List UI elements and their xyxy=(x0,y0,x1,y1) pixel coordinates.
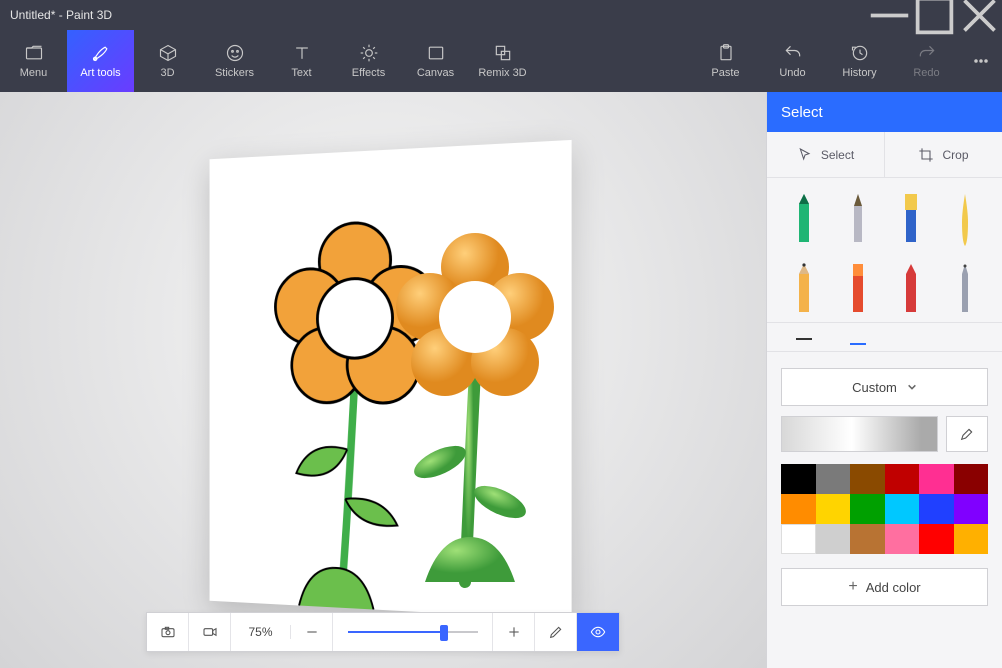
undo-button[interactable]: Undo xyxy=(759,30,826,92)
palette-color[interactable] xyxy=(850,494,885,524)
redo-label: Redo xyxy=(913,67,939,79)
zoom-toolbar: 75% xyxy=(146,612,620,652)
palette-color[interactable] xyxy=(885,464,920,494)
palette-color[interactable] xyxy=(954,524,989,554)
stickers-button[interactable]: Stickers xyxy=(201,30,268,92)
zoom-out-button[interactable] xyxy=(291,613,333,651)
history-label: History xyxy=(842,67,876,79)
cube-icon xyxy=(158,43,178,63)
effects-button[interactable]: Effects xyxy=(335,30,402,92)
thickness-under[interactable] xyxy=(835,329,881,349)
camera-button[interactable] xyxy=(147,613,189,651)
color-palette xyxy=(767,464,1002,554)
redo-icon xyxy=(917,43,937,63)
brush-watercolor[interactable] xyxy=(942,188,988,248)
text-icon xyxy=(292,43,312,63)
menu-label: Menu xyxy=(20,67,48,79)
zoom-label: 75% xyxy=(231,625,291,639)
text-label: Text xyxy=(291,67,311,79)
brush-crayon[interactable] xyxy=(889,256,935,316)
redo-button[interactable]: Redo xyxy=(893,30,960,92)
menu-button[interactable]: Menu xyxy=(0,30,67,92)
thickness-none[interactable] xyxy=(889,329,935,349)
brush-marker[interactable] xyxy=(781,188,827,248)
view-mode-button[interactable] xyxy=(577,613,619,651)
zoom-in-button[interactable] xyxy=(493,613,535,651)
brush-eraser[interactable] xyxy=(835,256,881,316)
crop-icon xyxy=(918,147,934,163)
flower-3d xyxy=(370,212,610,592)
brush-grid xyxy=(767,178,1002,323)
paste-label: Paste xyxy=(711,67,739,79)
palette-color[interactable] xyxy=(954,494,989,524)
brush-pixel[interactable] xyxy=(942,256,988,316)
palette-color[interactable] xyxy=(850,524,885,554)
video-button[interactable] xyxy=(189,613,231,651)
crop-tool-button[interactable]: Crop xyxy=(884,132,1002,177)
palette-color[interactable] xyxy=(919,524,954,554)
remix3d-label: Remix 3D xyxy=(478,67,526,79)
canvas-viewport[interactable]: 75% xyxy=(0,92,766,668)
zoom-slider[interactable] xyxy=(333,613,493,651)
palette-color[interactable] xyxy=(919,494,954,524)
remix3d-button[interactable]: Remix 3D xyxy=(469,30,536,92)
paste-icon xyxy=(716,43,736,63)
palette-color[interactable] xyxy=(954,464,989,494)
palette-color[interactable] xyxy=(781,524,816,554)
brush-oil[interactable] xyxy=(889,188,935,248)
palette-color[interactable] xyxy=(816,494,851,524)
palette-color[interactable] xyxy=(885,524,920,554)
side-panel: Select Select Crop xyxy=(766,92,1002,668)
remix-icon xyxy=(493,43,513,63)
custom-dropdown[interactable]: Custom xyxy=(781,368,988,406)
art-tools-button[interactable]: Art tools xyxy=(67,30,134,92)
brush-pencil[interactable] xyxy=(781,256,827,316)
close-button[interactable] xyxy=(957,0,1002,30)
brush-icon xyxy=(91,43,111,63)
window-title: Untitled* - Paint 3D xyxy=(0,8,867,22)
thickness-none2[interactable] xyxy=(942,329,988,349)
effects-label: Effects xyxy=(352,67,385,79)
stickers-label: Stickers xyxy=(215,67,254,79)
minimize-button[interactable] xyxy=(867,0,912,30)
undo-icon xyxy=(783,43,803,63)
text-button[interactable]: Text xyxy=(268,30,335,92)
undo-label: Undo xyxy=(779,67,805,79)
canvas-icon xyxy=(426,43,446,63)
maximize-button[interactable] xyxy=(912,0,957,30)
select-tool-button[interactable]: Select xyxy=(767,132,884,177)
eyedropper-icon xyxy=(959,426,975,442)
palette-color[interactable] xyxy=(919,464,954,494)
thickness-thin[interactable] xyxy=(781,329,827,349)
palette-color[interactable] xyxy=(885,494,920,524)
paste-button[interactable]: Paste xyxy=(692,30,759,92)
more-button[interactable] xyxy=(960,30,1002,92)
edit-mode-button[interactable] xyxy=(535,613,577,651)
sidepanel-header: Select xyxy=(767,92,1002,132)
palette-color[interactable] xyxy=(850,464,885,494)
eyedropper-button[interactable] xyxy=(946,416,988,452)
history-button[interactable]: History xyxy=(826,30,893,92)
art-tools-label: Art tools xyxy=(80,67,120,79)
chevron-down-icon xyxy=(907,382,917,392)
3d-label: 3D xyxy=(160,67,174,79)
palette-color[interactable] xyxy=(781,494,816,524)
canvas-button[interactable]: Canvas xyxy=(402,30,469,92)
sticker-icon xyxy=(225,43,245,63)
brush-calligraphy[interactable] xyxy=(835,188,881,248)
effects-icon xyxy=(359,43,379,63)
add-color-button[interactable]: + Add color xyxy=(781,568,988,606)
palette-color[interactable] xyxy=(781,464,816,494)
history-icon xyxy=(850,43,870,63)
palette-color[interactable] xyxy=(816,524,851,554)
cursor-icon xyxy=(797,147,813,163)
folder-icon xyxy=(24,43,44,63)
palette-color[interactable] xyxy=(816,464,851,494)
canvas-label: Canvas xyxy=(417,67,454,79)
main-toolbar: Menu Art tools 3D Stickers Text Effects … xyxy=(0,30,1002,92)
3d-button[interactable]: 3D xyxy=(134,30,201,92)
current-color-swatch[interactable] xyxy=(781,416,938,452)
more-icon xyxy=(971,51,991,71)
